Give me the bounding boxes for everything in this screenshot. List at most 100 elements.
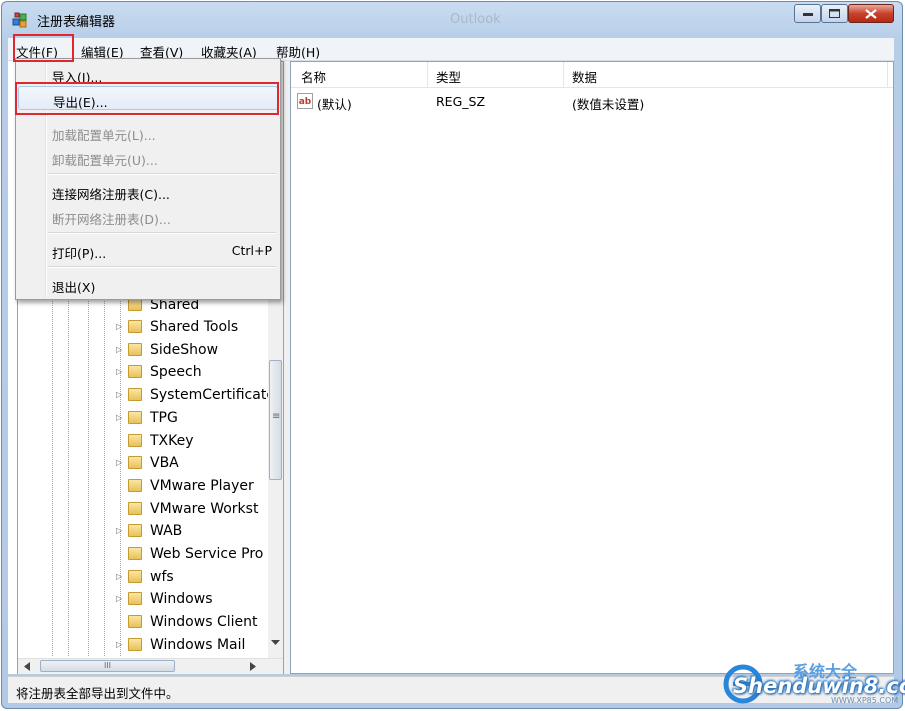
folder-icon [128, 501, 142, 515]
tree-node[interactable]: ▷ TPG [18, 407, 268, 429]
scroll-left-arrow-icon[interactable] [24, 662, 30, 671]
scroll-down-arrow-icon[interactable] [271, 640, 280, 646]
expand-arrow-icon[interactable]: ▷ [116, 322, 124, 332]
column-header-name[interactable]: 名称 [301, 67, 326, 86]
tree-node-label: wfs [150, 568, 174, 585]
menu-item-label: 加载配置单元(L)... [52, 128, 156, 143]
tree-node[interactable]: VMware Player [18, 475, 268, 497]
tree-node[interactable]: ▷ SideShow [18, 339, 268, 361]
folder-icon [128, 320, 142, 333]
tree-node-label: TPG [150, 409, 178, 426]
menu-item-load-hive[interactable]: 加载配置单元(L)... [18, 120, 278, 144]
folder-icon [128, 569, 142, 583]
menu-item-exit[interactable]: 退出(X) [18, 272, 278, 296]
expand-arrow-icon[interactable]: ▷ [116, 390, 124, 400]
tree-node[interactable]: TXKey [18, 430, 268, 452]
expand-arrow-icon[interactable]: ▷ [116, 345, 124, 355]
tree-node[interactable]: ▷ SystemCertificate [18, 384, 275, 406]
tree-node-label: TXKey [150, 432, 194, 449]
highlight-box-export-item [15, 82, 279, 115]
string-value-icon: ab [297, 93, 313, 109]
menu-help[interactable]: 帮助(H) [276, 42, 320, 61]
tree-node[interactable]: ▷ Windows Mail [18, 634, 268, 656]
expand-arrow-icon[interactable]: ▷ [116, 367, 124, 377]
folder-icon [128, 524, 142, 538]
tree-node-label: VBA [150, 455, 179, 472]
folder-icon [128, 388, 142, 402]
maximize-button[interactable] [821, 4, 848, 23]
tree-node-label: SideShow [150, 341, 219, 358]
tree-node-label: Shared Tools [150, 319, 239, 335]
column-header-type[interactable]: 类型 [436, 67, 461, 86]
menu-item-disconnect-network-registry[interactable]: 断开网络注册表(D)... [18, 204, 278, 228]
tree-node[interactable]: ▷ wfs [18, 566, 268, 588]
window-title: 注册表编辑器 [37, 15, 116, 30]
minimize-button[interactable] [794, 4, 821, 23]
expand-arrow-icon[interactable]: ▷ [116, 594, 124, 604]
menu-item-label: 连接网络注册表(C)... [52, 187, 170, 202]
column-separator[interactable] [887, 62, 888, 87]
column-header-data[interactable]: 数据 [572, 67, 597, 86]
expand-arrow-icon[interactable]: ▷ [116, 413, 124, 423]
folder-icon [128, 592, 142, 606]
column-separator[interactable] [563, 62, 564, 87]
watermark-text: Shenduwin8.com [733, 674, 905, 698]
watermark-url: WWW.XP85.COM [831, 696, 899, 705]
column-separator[interactable] [427, 62, 428, 87]
highlight-box-file-menu [13, 34, 74, 62]
folder-icon [128, 547, 142, 560]
folder-icon [128, 342, 142, 356]
tree-node-label: Windows Mail [150, 636, 246, 653]
tree-node-label: SystemCertificate [150, 387, 275, 404]
tree-node[interactable]: ▷ VBA [18, 452, 268, 474]
tree-node[interactable]: ▷ Shared Tools [18, 316, 268, 338]
tree-node-label: VMware Player [150, 477, 254, 494]
folder-icon [128, 456, 142, 470]
menu-item-connect-network-registry[interactable]: 连接网络注册表(C)... [18, 179, 278, 203]
caption-buttons [794, 4, 894, 23]
tree-node[interactable]: ▷ Windows [18, 588, 268, 610]
maximize-icon [829, 9, 840, 18]
background-ghost-text: Outlook [450, 12, 501, 27]
watermark-logo: 系统大全 Shenduwin8.com WWW.XP85.COM [715, 660, 905, 708]
menu-separator [48, 232, 276, 234]
close-icon [865, 8, 877, 19]
close-button[interactable] [848, 4, 894, 23]
scroll-grip: III [103, 661, 112, 670]
status-text: 将注册表全部导出到文件中。 [16, 686, 179, 701]
tree-node-label: VMware Workst [150, 500, 259, 517]
values-list-panel[interactable]: 名称 类型 数据 ab (默认) REG_SZ (数值未设置) [290, 61, 894, 674]
title-bar[interactable]: 注册表编辑器 Outlook [2, 2, 902, 36]
expand-arrow-icon[interactable]: ▷ [116, 572, 124, 582]
tree-horizontal-scroll-thumb[interactable]: III [40, 660, 175, 672]
scroll-right-arrow-icon[interactable] [250, 662, 256, 671]
tree-node[interactable]: Web Service Pro [18, 543, 268, 565]
value-data: (数值未设置) [572, 97, 645, 112]
menu-item-label: 退出(X) [52, 280, 96, 295]
list-header: 名称 类型 数据 [291, 62, 893, 88]
value-type: REG_SZ [436, 94, 486, 109]
folder-icon [128, 433, 142, 447]
regedit-icon [12, 12, 27, 28]
tree-node[interactable]: ▷ Speech [18, 361, 268, 383]
tree-node-label: WAB [150, 523, 183, 540]
tree-node[interactable]: VMware Workst [18, 498, 268, 520]
menu-item-unload-hive[interactable]: 卸载配置单元(U)... [18, 145, 278, 169]
tree-node[interactable]: ▷ WAB [18, 520, 268, 542]
menu-item-print[interactable]: 打印(P)... Ctrl+P [18, 238, 278, 262]
folder-icon [128, 478, 142, 492]
menu-item-shortcut: Ctrl+P [231, 243, 272, 258]
expand-arrow-icon[interactable]: ▷ [116, 640, 124, 650]
folder-icon [128, 410, 142, 424]
scroll-grip: ≡ [272, 411, 281, 422]
value-name: (默认) [317, 97, 352, 112]
expand-arrow-icon[interactable]: ▷ [116, 458, 124, 468]
tree-node[interactable]: Windows Client [18, 611, 268, 633]
folder-icon [128, 637, 142, 651]
menu-separator [48, 173, 276, 175]
expand-arrow-icon[interactable]: ▷ [116, 526, 124, 536]
tree-horizontal-scrollbar[interactable]: III [18, 658, 283, 674]
menu-item-label: 卸载配置单元(U)... [52, 153, 158, 168]
tree-vertical-scroll-thumb[interactable]: ≡ [269, 360, 282, 480]
folder-icon [128, 615, 142, 629]
